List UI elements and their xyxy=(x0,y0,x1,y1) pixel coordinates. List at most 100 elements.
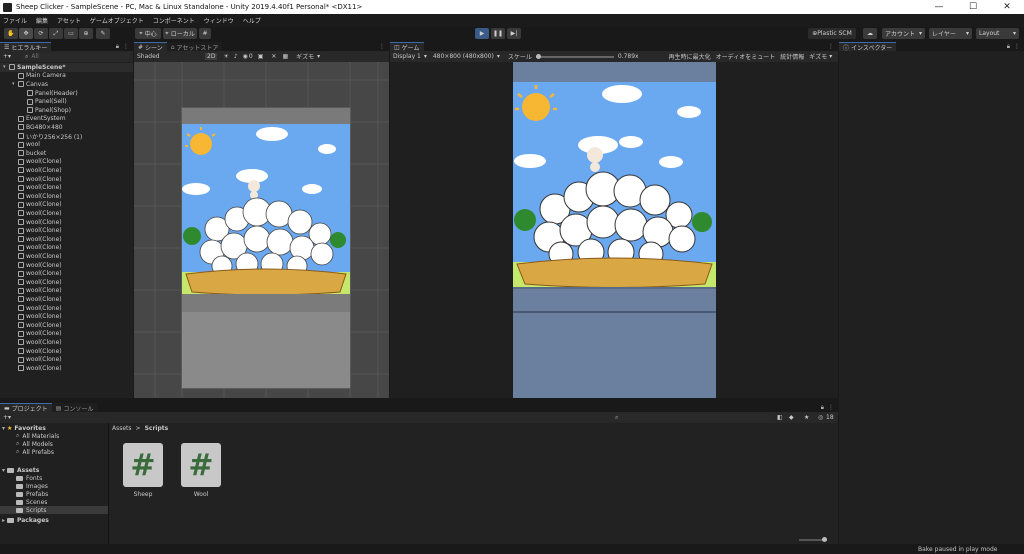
pause-button[interactable]: ❚❚ xyxy=(491,28,505,39)
hierarchy-item[interactable]: wool(Clone) xyxy=(12,287,62,296)
display-dropdown[interactable]: Display 1 xyxy=(393,53,421,60)
hierarchy-item[interactable]: wool(Clone) xyxy=(12,364,62,373)
rect-tool-icon[interactable]: ▭ xyxy=(64,28,78,39)
audio-icon[interactable]: ♪ xyxy=(234,53,238,60)
favorite-star-icon[interactable]: ★ xyxy=(804,414,809,421)
hierarchy-item[interactable]: いかり256×256 (1) xyxy=(12,132,82,141)
camera-icon[interactable]: ▣ xyxy=(258,53,264,60)
stats-toggle[interactable]: 統計情報 xyxy=(780,52,804,61)
hierarchy-item[interactable]: wool(Clone) xyxy=(12,218,62,227)
hierarchy-item[interactable]: wool(Clone) xyxy=(12,295,62,304)
hierarchy-item[interactable]: wool(Clone) xyxy=(12,355,62,364)
mute-audio-toggle[interactable]: オーディオをミュート xyxy=(716,52,776,61)
rotate-tool-icon[interactable]: ⟳ xyxy=(34,28,48,39)
folder-item-selected[interactable]: Scripts xyxy=(0,506,108,514)
layers-dropdown[interactable]: レイヤー ▾ xyxy=(929,28,972,39)
hierarchy-item[interactable]: wool(Clone) xyxy=(12,244,62,253)
breadcrumb-assets[interactable]: Assets xyxy=(112,425,132,432)
project-search-input[interactable]: ⌕ xyxy=(612,414,772,421)
menu-gameobject[interactable]: ゲームオブジェクト xyxy=(90,16,144,25)
tab-project[interactable]: ▬ プロジェクト xyxy=(0,403,52,413)
tab-game[interactable]: ◫ ゲーム xyxy=(390,42,424,52)
hierarchy-item[interactable]: wool(Clone) xyxy=(12,226,62,235)
hierarchy-item[interactable]: wool(Clone) xyxy=(12,321,62,330)
scale-slider[interactable] xyxy=(535,53,614,59)
favorite-item[interactable]: ⌕ All Prefabs xyxy=(16,448,54,456)
hierarchy-item[interactable]: EventSystem xyxy=(12,115,66,124)
hierarchy-item[interactable]: ▾ SampleScene* xyxy=(0,63,133,72)
filter-label-icon[interactable]: ◆ xyxy=(789,414,794,421)
more-menu-icon[interactable]: ⋮ xyxy=(828,43,834,50)
more-menu-icon[interactable]: ⋮ xyxy=(828,404,834,411)
2d-toggle-button[interactable]: 2D xyxy=(205,53,218,60)
tools-icon[interactable]: ✕ xyxy=(271,53,276,60)
maximize-on-play-toggle[interactable]: 再生時に最大化 xyxy=(669,52,711,61)
play-button[interactable]: ▶ xyxy=(475,28,489,39)
breadcrumb-scripts[interactable]: Scripts xyxy=(145,425,169,432)
hierarchy-item[interactable]: wool(Clone) xyxy=(12,261,62,270)
tab-inspector[interactable]: ⓘ インスペクター xyxy=(839,42,897,52)
hierarchy-item[interactable]: wool(Clone) xyxy=(12,175,62,184)
resolution-dropdown[interactable]: 480×800 (480x800) xyxy=(433,53,494,60)
create-plus-icon[interactable]: +▾ xyxy=(3,53,11,60)
scale-tool-icon[interactable]: ⤢ xyxy=(49,28,63,39)
account-dropdown[interactable]: アカウント ▾ xyxy=(882,28,925,39)
hierarchy-item[interactable]: wool(Clone) xyxy=(12,201,62,210)
tab-console[interactable]: ▤ コンソール xyxy=(51,403,98,413)
folder-item[interactable]: Fonts xyxy=(16,474,42,482)
shading-mode-dropdown[interactable]: Shaded xyxy=(137,53,197,60)
hierarchy-item[interactable]: Main Camera xyxy=(12,72,66,81)
hierarchy-item[interactable]: wool(Clone) xyxy=(12,209,62,218)
icon-size-slider-handle[interactable] xyxy=(822,537,827,542)
favorite-item[interactable]: ⌕ All Materials xyxy=(16,432,59,440)
hierarchy-item[interactable]: Panel(Shop) xyxy=(21,106,71,115)
hierarchy-item[interactable]: wool(Clone) xyxy=(12,312,62,321)
hierarchy-item[interactable]: wool(Clone) xyxy=(12,304,62,313)
hierarchy-item[interactable]: BG480×480 xyxy=(12,123,63,132)
packages-header[interactable]: ▸ Packages xyxy=(2,516,49,524)
create-plus-icon[interactable]: +▾ xyxy=(3,414,11,421)
hierarchy-item[interactable]: ▾ Canvas xyxy=(12,80,48,89)
icon-size-slider[interactable] xyxy=(799,537,827,542)
more-menu-icon[interactable]: ⋮ xyxy=(1014,43,1020,50)
cloud-icon[interactable]: ☁ xyxy=(863,28,877,39)
grid-icon[interactable]: ▦ xyxy=(282,53,288,60)
hierarchy-item[interactable]: bucket xyxy=(12,149,46,158)
custom-tool-icon[interactable]: ✎ xyxy=(96,28,110,39)
maximize-button[interactable]: ☐ xyxy=(956,0,990,14)
hierarchy-item[interactable]: Panel(Sell) xyxy=(21,97,67,106)
more-menu-icon[interactable]: ⋮ xyxy=(379,43,385,50)
folder-item[interactable]: Scenes xyxy=(16,498,47,506)
hierarchy-item[interactable]: wool(Clone) xyxy=(12,192,62,201)
hierarchy-search-input[interactable]: ⌕ All xyxy=(22,53,130,60)
gizmos-dropdown[interactable]: ギズモ xyxy=(296,52,314,61)
lighting-icon[interactable]: ☀ xyxy=(223,53,228,60)
hidden-packages-icon[interactable]: ◎ xyxy=(818,414,823,421)
hierarchy-item[interactable]: wool(Clone) xyxy=(12,252,62,261)
lock-icon[interactable]: 🔒︎ xyxy=(116,43,119,51)
menu-assets[interactable]: アセット xyxy=(57,16,81,25)
hierarchy-item[interactable]: wool(Clone) xyxy=(12,278,62,287)
menu-component[interactable]: コンポーネント xyxy=(153,16,195,25)
minimize-button[interactable]: — xyxy=(922,0,956,14)
game-gizmos-dropdown[interactable]: ギズモ xyxy=(809,52,827,61)
script-asset-sheep[interactable]: # xyxy=(123,443,163,487)
hierarchy-item[interactable]: wool(Clone) xyxy=(12,269,62,278)
plastic-scm-button[interactable]: ⊕Plastic SCM xyxy=(808,28,856,39)
folder-item[interactable]: Images xyxy=(16,482,48,490)
script-asset-wool[interactable]: # xyxy=(181,443,221,487)
menu-help[interactable]: ヘルプ xyxy=(243,16,261,25)
hierarchy-item[interactable]: wool(Clone) xyxy=(12,183,62,192)
hierarchy-item[interactable]: wool(Clone) xyxy=(12,347,62,356)
visibility-icon[interactable]: ◉ xyxy=(243,53,248,60)
hierarchy-item[interactable]: wool(Clone) xyxy=(12,338,62,347)
menu-file[interactable]: ファイル xyxy=(3,16,27,25)
step-button[interactable]: ▶| xyxy=(507,28,521,39)
lock-icon[interactable]: 🔒︎ xyxy=(821,404,824,412)
layout-dropdown[interactable]: Layout ▾ xyxy=(976,28,1019,39)
space-toggle-button[interactable]: ⌖ ローカル xyxy=(163,28,197,39)
move-tool-icon[interactable]: ✥ xyxy=(19,28,33,39)
close-button[interactable]: ✕ xyxy=(990,0,1024,14)
scale-slider-handle[interactable] xyxy=(535,53,541,59)
hierarchy-item[interactable]: Panel(Header) xyxy=(21,89,78,98)
